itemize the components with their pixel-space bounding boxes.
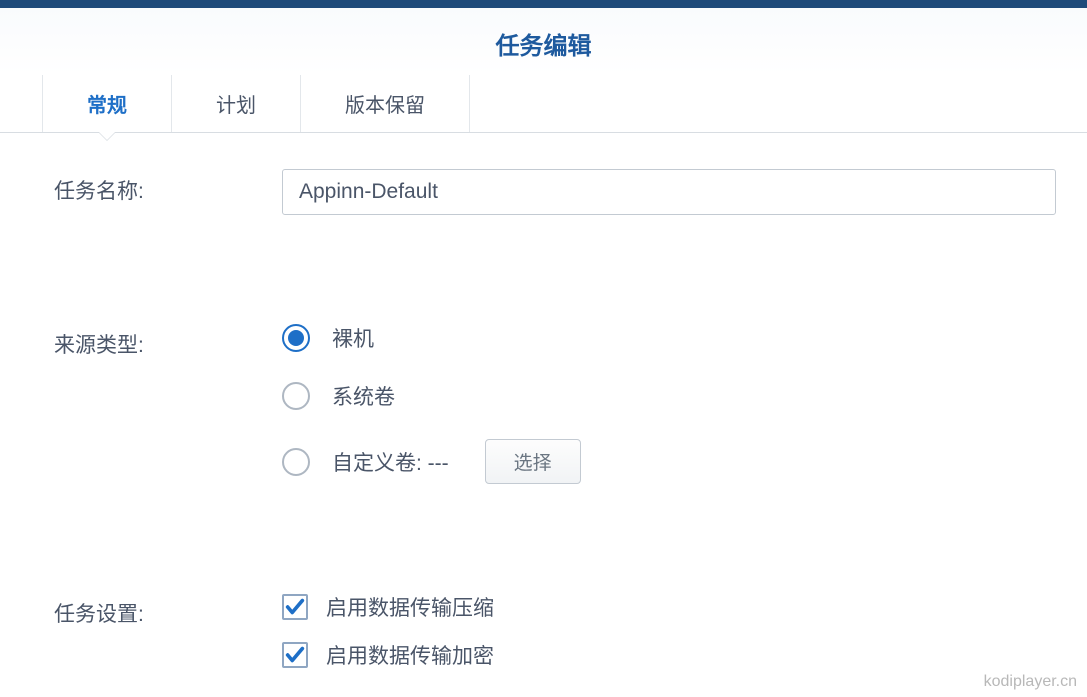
watermark: kodiplayer.cn	[984, 673, 1077, 691]
form-content: 任务名称: 来源类型: 裸机 系统卷 自定义卷: --- 选择	[0, 133, 1087, 670]
check-icon	[284, 596, 306, 618]
row-source-type: 来源类型: 裸机 系统卷 自定义卷: --- 选择	[54, 323, 1057, 484]
radio-custom-volume[interactable]	[282, 448, 310, 476]
label-source-type: 来源类型:	[54, 323, 282, 359]
radio-item-custom-volume: 自定义卷: --- 选择	[282, 439, 1057, 484]
row-task-name: 任务名称:	[54, 169, 1057, 215]
checkbox-label-compression: 启用数据传输压缩	[326, 592, 494, 622]
radio-item-system-volume: 系统卷	[282, 381, 1057, 411]
checkbox-enable-encryption[interactable]	[282, 642, 308, 668]
checkbox-enable-compression[interactable]	[282, 594, 308, 620]
select-volume-button[interactable]: 选择	[485, 439, 581, 484]
task-settings-checkbox-group: 启用数据传输压缩 启用数据传输加密	[282, 592, 1057, 670]
tab-version-retention[interactable]: 版本保留	[301, 75, 470, 132]
radio-label-system-volume: 系统卷	[332, 381, 395, 411]
radio-system-volume[interactable]	[282, 382, 310, 410]
source-type-radio-group: 裸机 系统卷 自定义卷: --- 选择	[282, 323, 1057, 484]
label-task-name: 任务名称:	[54, 169, 282, 205]
tab-schedule[interactable]: 计划	[172, 75, 301, 132]
tab-general[interactable]: 常规	[42, 75, 172, 132]
checkbox-item-encryption: 启用数据传输加密	[282, 640, 1057, 670]
radio-label-custom-volume: 自定义卷: ---	[332, 447, 449, 477]
task-name-input[interactable]	[282, 169, 1056, 215]
radio-bare-machine[interactable]	[282, 324, 310, 352]
check-icon	[284, 644, 306, 666]
checkbox-label-encryption: 启用数据传输加密	[326, 640, 494, 670]
checkbox-item-compression: 启用数据传输压缩	[282, 592, 1057, 622]
radio-item-bare-machine: 裸机	[282, 323, 1057, 353]
header-bar	[0, 0, 1087, 8]
label-task-settings: 任务设置:	[54, 592, 282, 628]
dialog-title: 任务编辑	[0, 8, 1087, 75]
radio-label-bare-machine: 裸机	[332, 323, 374, 353]
row-task-settings: 任务设置: 启用数据传输压缩 启用数据传输加密	[54, 592, 1057, 670]
tabs-container: 常规 计划 版本保留	[0, 75, 1087, 133]
